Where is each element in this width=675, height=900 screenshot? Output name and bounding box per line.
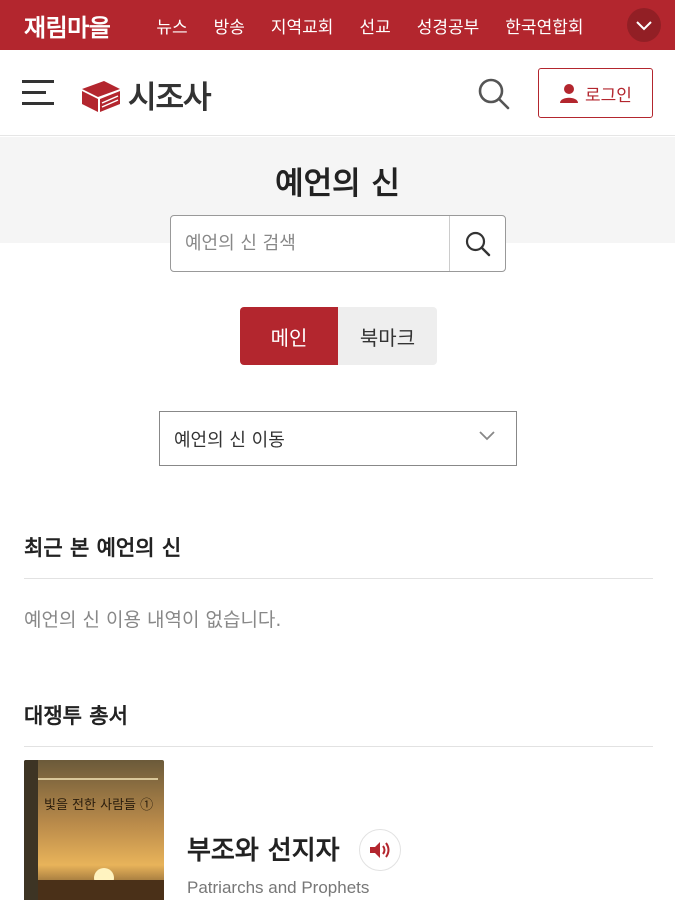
top-nav-item-mission[interactable]: 선교	[359, 13, 390, 38]
series-section-title: 대쟁투 총서	[24, 704, 128, 728]
chevron-down-icon	[479, 431, 495, 441]
content-search-box	[170, 215, 506, 272]
expand-nav-button[interactable]	[627, 8, 661, 42]
recent-section-title: 최근 본 예언의 신	[24, 536, 182, 560]
tab-main[interactable]: 메인	[240, 307, 338, 365]
content-search-input[interactable]	[171, 216, 449, 271]
search-icon	[465, 231, 490, 256]
recent-empty-message: 예언의 신 이용 내역이 없습니다.	[24, 609, 282, 631]
divider	[24, 578, 653, 579]
site-logo[interactable]: 시조사	[80, 72, 212, 117]
logo-text: 시조사	[128, 80, 212, 116]
page-title: 예언의 신	[275, 166, 400, 202]
divider	[24, 746, 653, 747]
book-subtitle: Patriarchs and Prophets	[187, 878, 370, 897]
speaker-icon	[370, 842, 390, 858]
login-button[interactable]: 로그인	[538, 68, 653, 118]
top-nav-item-local-church[interactable]: 지역교회	[271, 13, 334, 38]
audio-play-button[interactable]	[359, 829, 401, 871]
view-tabs: 메인 북마크	[240, 307, 437, 365]
book-cover-title: 빛을 전한 사람들 ①	[44, 798, 154, 813]
top-nav-item-korea[interactable]: 한국연합회	[505, 13, 583, 38]
book-navigation-select[interactable]: 예언의 신 이동	[159, 411, 517, 466]
site-brand[interactable]: 재림마을	[24, 8, 111, 43]
content-search-button[interactable]	[449, 216, 505, 271]
chevron-down-icon	[636, 21, 652, 31]
book-logo-icon	[82, 80, 120, 112]
book-title[interactable]: 부조와 선지자	[187, 830, 340, 867]
tab-bookmark[interactable]: 북마크	[338, 307, 437, 365]
top-nav-item-bible-study[interactable]: 성경공부	[417, 13, 480, 38]
site-header: 시조사 로그인	[0, 50, 675, 136]
login-label: 로그인	[585, 85, 632, 106]
header-search-button[interactable]	[476, 76, 512, 112]
book-cover-art	[24, 760, 164, 900]
top-nav: 뉴스 방송 지역교회 선교 성경공부 한국연합회	[156, 13, 592, 38]
user-icon	[560, 84, 579, 103]
menu-button[interactable]	[22, 80, 56, 106]
book-cover[interactable]: 빛을 전한 사람들 ①	[24, 760, 164, 900]
top-bar: 재림마을 뉴스 방송 지역교회 선교 성경공부 한국연합회	[0, 0, 675, 50]
top-nav-item-news[interactable]: 뉴스	[156, 13, 187, 38]
search-icon	[478, 78, 510, 110]
hamburger-icon	[22, 80, 54, 83]
top-nav-item-broadcast[interactable]: 방송	[214, 13, 245, 38]
book-navigation-selected: 예언의 신 이동	[174, 429, 285, 451]
